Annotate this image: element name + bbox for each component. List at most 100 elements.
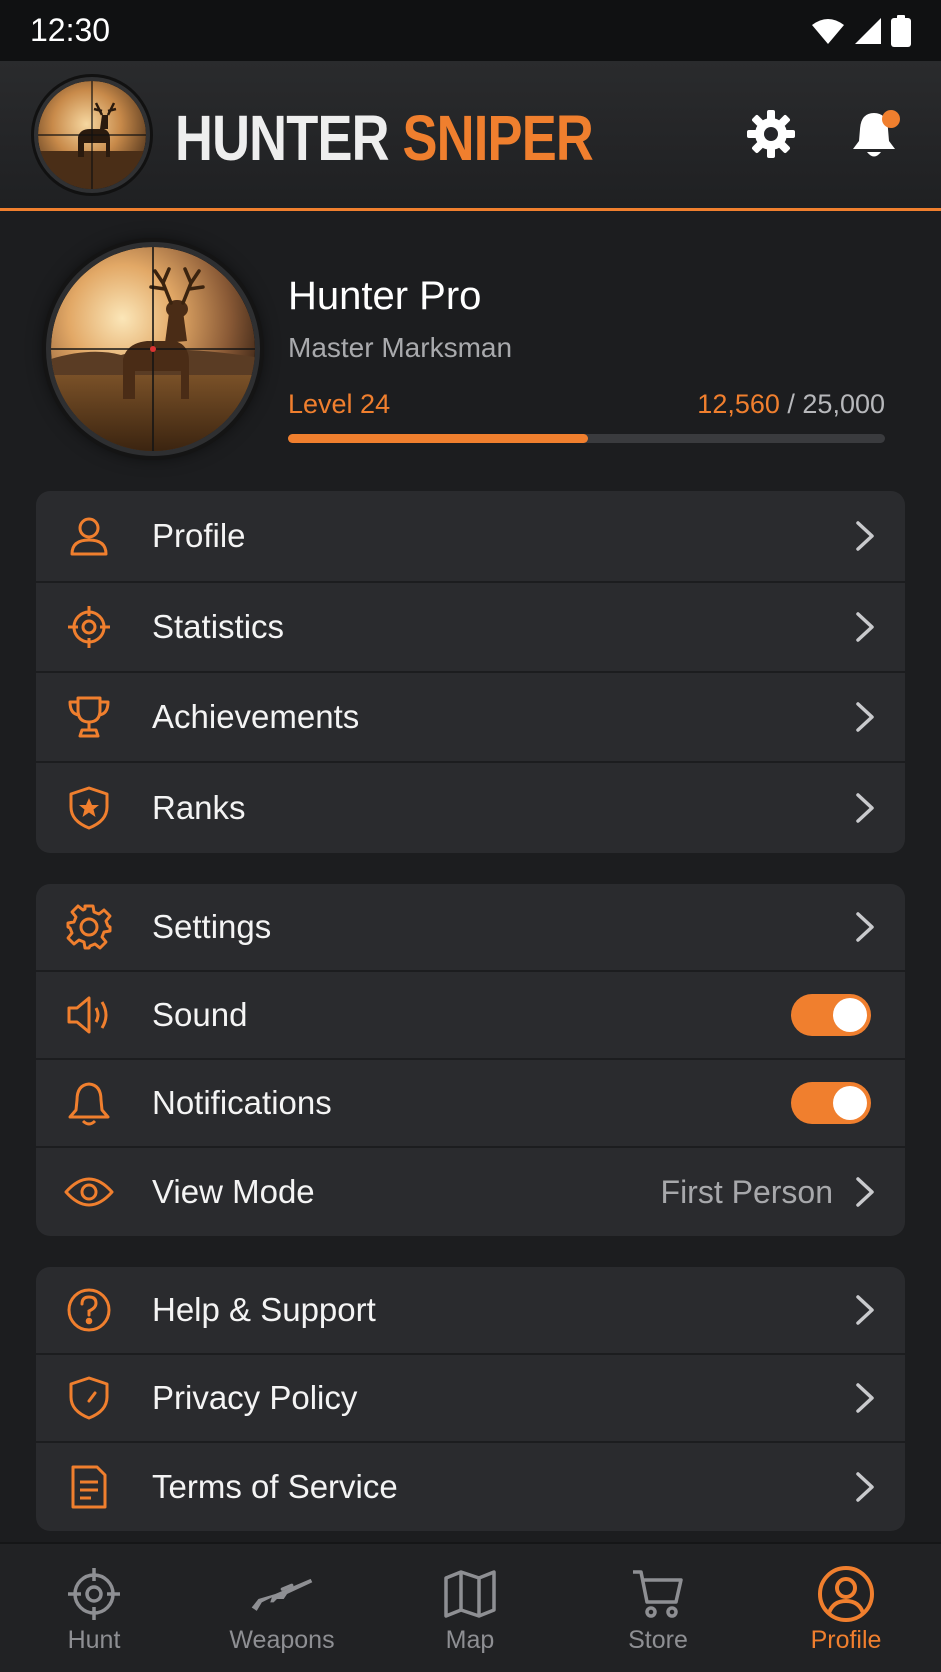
toggle-knob [833,998,867,1032]
menu-group-1: Profile Statistics Achievements Ranks [36,491,905,853]
rifle-icon [250,1562,314,1626]
wifi-icon [812,18,844,44]
shield-star-icon [64,783,114,833]
tab-label: Store [628,1626,688,1654]
chevron-right-icon [856,521,874,551]
app-brand: HUNTER SNIPER [175,101,594,175]
menu-item-view-mode[interactable]: View Mode First Person [36,1148,905,1236]
menu-item-label: Ranks [152,789,246,826]
profile-title: Master Marksman [288,332,513,363]
menu-item-notifications[interactable]: Notifications [36,1060,905,1148]
chevron-right-icon [856,1295,874,1325]
menu-item-label: Notifications [152,1084,332,1121]
chevron-right [851,1381,879,1415]
menu-item-label: Privacy Policy [152,1379,358,1416]
tab-label: Weapons [229,1626,335,1654]
menu-item-label: View Mode [152,1173,315,1210]
xp-progress-fill [288,434,588,443]
menu-item-ranks[interactable]: Ranks [36,763,905,853]
menu-item-label: Terms of Service [152,1468,398,1505]
chevron-right [851,791,879,825]
document-icon [64,1462,114,1512]
bell-icon [64,1078,114,1128]
avatar [46,242,260,456]
menu-item-profile[interactable]: Profile [36,491,905,583]
shield-icon [64,1373,114,1423]
tab-profile[interactable]: Profile [752,1544,940,1672]
cart-icon [626,1562,690,1626]
chevron-right [851,610,879,644]
chevron-right [851,1175,879,1209]
speaker-icon [64,990,114,1040]
menu-item-statistics[interactable]: Statistics [36,583,905,673]
menu-group-3: Help & Support Privacy Policy Terms of Ser… [36,1267,905,1531]
menu-item-settings[interactable]: Settings [36,884,905,972]
xp-current: 12,560 [697,389,780,419]
menu-item-value: First Person [660,1173,833,1210]
eye-icon [64,1167,114,1217]
notifications-button[interactable] [846,106,902,162]
status-icons [811,14,911,47]
chevron-right-icon [856,612,874,642]
tab-weapons[interactable]: Weapons [188,1544,376,1672]
notifications-toggle[interactable] [791,1082,871,1124]
crosshair-icon [64,602,114,652]
menu-item-privacy-policy[interactable]: Privacy Policy [36,1355,905,1443]
profile-level: Level 24 [288,389,391,419]
menu-item-help-and-support[interactable]: Help & Support [36,1267,905,1355]
brand-word-sniper: SNIPER [402,102,593,174]
menu-item-sound[interactable]: Sound [36,972,905,1060]
toggle-knob [833,1086,867,1120]
tab-hunt[interactable]: Hunt [0,1544,188,1672]
chevron-right-icon [856,912,874,942]
user-icon [64,511,114,561]
app-logo [34,77,150,193]
menu-item-label: Help & Support [152,1291,376,1328]
chevron-right-icon [856,702,874,732]
sound-toggle[interactable] [791,994,871,1036]
tab-label: Hunt [67,1626,121,1654]
tab-label: Profile [810,1626,882,1654]
xp-separator: / [779,389,803,419]
chevron-right [851,1293,879,1327]
menu-item-label: Sound [152,996,248,1033]
chevron-right-icon [856,793,874,823]
xp-total: 25,000 [802,389,885,419]
chevron-right [851,910,879,944]
gear-icon [747,110,795,158]
menu-item-label: Achievements [152,698,360,735]
chevron-right-icon [856,1472,874,1502]
chevron-right [851,700,879,734]
map-icon [438,1562,502,1626]
chevron-right-icon [856,1177,874,1207]
profile-name: Hunter Pro [288,274,482,318]
menu-group-2: Settings Sound Notifications View Mode First… [36,884,905,1236]
brand-word-hunter: HUNTER [175,102,390,174]
xp-progress-bar [288,434,885,443]
crosshair-icon [62,1562,126,1626]
tab-store[interactable]: Store [564,1544,752,1672]
status-time: 12:30 [30,12,111,48]
xp-readout: 12,560 / 25,000 [697,389,885,420]
chevron-right-icon [856,1383,874,1413]
profile-card: Hunter Pro Master Marksman Level 24 12,5… [0,214,941,476]
menu-item-label: Profile [152,517,246,554]
settings-button[interactable] [743,106,799,162]
status-bar: 12:30 [0,0,941,61]
menu-item-achievements[interactable]: Achievements [36,673,905,763]
cell-signal-icon [855,17,881,44]
gear-icon [64,902,114,952]
chevron-right [851,1470,879,1504]
question-circle-icon [64,1285,114,1335]
chevron-right [851,519,879,553]
user-circle-icon [814,1562,878,1626]
menu-item-label: Settings [152,908,272,945]
tab-label: Map [445,1626,495,1654]
menu-item-terms-of-service[interactable]: Terms of Service [36,1443,905,1531]
bottom-tab-bar: Hunt Weapons Map Store Profile [0,1542,941,1672]
tab-map[interactable]: Map [376,1544,564,1672]
app-header: HUNTER SNIPER [0,61,941,211]
battery-icon [891,14,911,47]
notification-badge [882,110,900,128]
trophy-icon [64,692,114,742]
